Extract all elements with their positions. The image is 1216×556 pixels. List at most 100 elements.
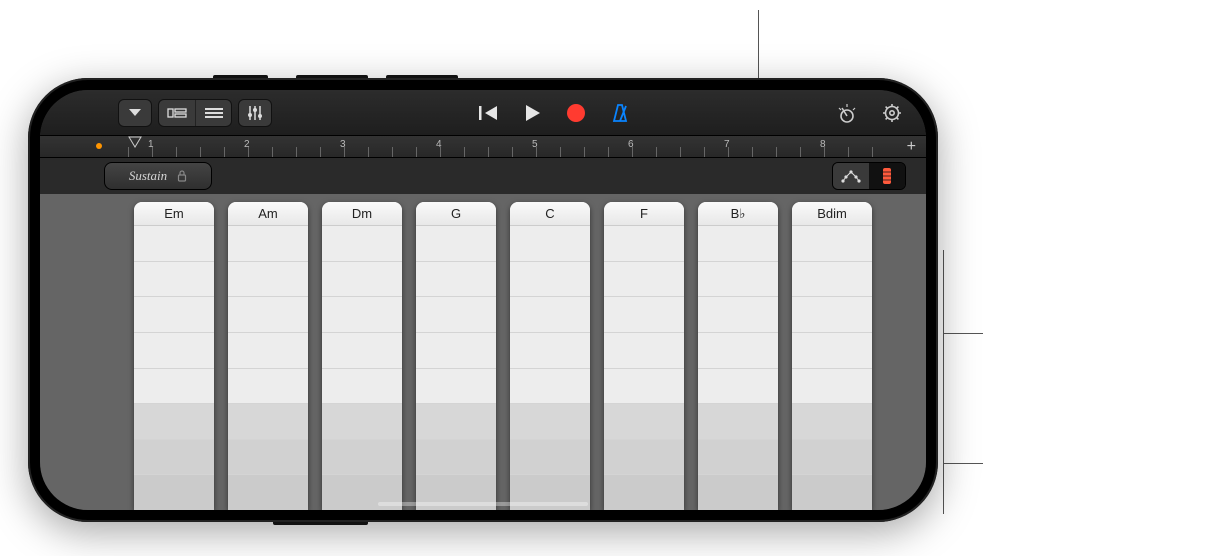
strip-row[interactable] [698,226,778,262]
strip-row[interactable] [322,404,402,440]
strip-row[interactable] [698,440,778,476]
list-view-button[interactable] [195,99,231,127]
strip-row[interactable] [228,475,308,510]
chord-strip[interactable]: G [416,202,496,510]
strip-row[interactable] [416,440,496,476]
strip-row[interactable] [322,440,402,476]
strip-row[interactable] [510,404,590,440]
strip-row[interactable] [134,440,214,476]
strip-row[interactable] [698,404,778,440]
strip-row[interactable] [134,369,214,405]
strip-row[interactable] [604,297,684,333]
strip-row[interactable] [510,297,590,333]
strip-row[interactable] [698,262,778,298]
chord-strip[interactable]: C [510,202,590,510]
ruler-number: 1 [148,139,154,150]
strip-row[interactable] [792,369,872,405]
rewind-button[interactable] [479,105,499,121]
strip-row[interactable] [228,333,308,369]
strip-row[interactable] [416,369,496,405]
strip-row[interactable] [322,333,402,369]
metronome-button[interactable] [611,103,629,123]
strip-row[interactable] [792,475,872,510]
strip-row[interactable] [510,333,590,369]
chord-strip-body[interactable] [792,226,872,510]
tracks-view-button[interactable] [159,99,195,127]
strip-row[interactable] [698,297,778,333]
transport-controls [278,103,830,123]
strip-row[interactable] [134,333,214,369]
arpeggiator-view-button[interactable] [833,163,869,189]
timeline-ruler[interactable]: 1 2 3 4 5 6 7 8 + [40,136,926,158]
recording-indicator-icon [96,143,102,149]
strip-row[interactable] [322,369,402,405]
controls-button[interactable] [238,99,272,127]
strip-row[interactable] [134,475,214,510]
chord-label: Em [134,202,214,226]
strip-row[interactable] [416,262,496,298]
strip-row[interactable] [792,440,872,476]
strip-row[interactable] [228,262,308,298]
strip-row[interactable] [604,226,684,262]
chord-strip-body[interactable] [322,226,402,510]
home-indicator[interactable] [378,502,588,506]
strip-row[interactable] [322,226,402,262]
browser-button[interactable] [118,99,152,127]
chord-strip-body[interactable] [510,226,590,510]
strip-row[interactable] [134,297,214,333]
strip-row[interactable] [416,404,496,440]
record-button[interactable] [567,104,585,122]
strip-row[interactable] [604,369,684,405]
chord-strip[interactable]: Dm [322,202,402,510]
chord-strip[interactable]: Bdim [792,202,872,510]
chord-strip[interactable]: B♭ [698,202,778,510]
chord-strip-body[interactable] [698,226,778,510]
strip-row[interactable] [134,262,214,298]
strip-row[interactable] [604,475,684,510]
strip-row[interactable] [792,262,872,298]
strip-row[interactable] [416,297,496,333]
strip-row[interactable] [792,404,872,440]
strip-row[interactable] [416,226,496,262]
strip-row[interactable] [604,440,684,476]
chord-strip[interactable]: Em [134,202,214,510]
chord-label: Bdim [792,202,872,226]
chord-strip-body[interactable] [134,226,214,510]
chord-strip-body[interactable] [228,226,308,510]
chord-strip-body[interactable] [416,226,496,510]
add-section-button[interactable]: + [907,138,916,156]
strip-row[interactable] [510,226,590,262]
strip-row[interactable] [228,226,308,262]
chord-strips-view-button[interactable] [869,163,905,189]
strip-row[interactable] [792,297,872,333]
strip-row[interactable] [604,404,684,440]
strip-row[interactable] [322,262,402,298]
strip-row[interactable] [228,404,308,440]
strip-row[interactable] [604,262,684,298]
strip-row[interactable] [228,297,308,333]
chord-strip-body[interactable] [604,226,684,510]
chord-label: F [604,202,684,226]
strip-row[interactable] [792,226,872,262]
strip-row[interactable] [792,333,872,369]
chord-label: Am [228,202,308,226]
track-controls-button[interactable] [836,102,858,124]
strip-row[interactable] [698,369,778,405]
strip-row[interactable] [416,333,496,369]
play-button[interactable] [525,104,541,122]
strip-row[interactable] [604,333,684,369]
sustain-button[interactable]: Sustain [104,162,212,190]
strip-row[interactable] [228,369,308,405]
strip-row[interactable] [510,369,590,405]
strip-row[interactable] [510,440,590,476]
strip-row[interactable] [228,440,308,476]
strip-row[interactable] [698,475,778,510]
strip-row[interactable] [134,404,214,440]
strip-row[interactable] [698,333,778,369]
strip-row[interactable] [134,226,214,262]
chord-strip[interactable]: Am [228,202,308,510]
strip-row[interactable] [322,297,402,333]
strip-row[interactable] [510,262,590,298]
chord-strip[interactable]: F [604,202,684,510]
settings-button[interactable] [882,103,902,123]
